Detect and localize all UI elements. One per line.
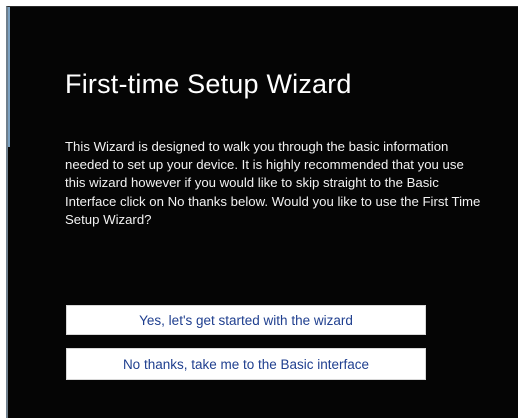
window-edge-accent [8,7,10,147]
wizard-description: This Wizard is designed to walk you thro… [65,139,481,227]
setup-wizard-dialog: First-time Setup Wizard This Wizard is d… [6,6,518,418]
start-wizard-button[interactable]: Yes, let's get started with the wizard [66,305,426,335]
screen: First-time Setup Wizard This Wizard is d… [0,0,527,418]
wizard-title: First-time Setup Wizard [65,69,352,99]
skip-to-basic-interface-button[interactable]: No thanks, take me to the Basic interfac… [66,348,426,380]
